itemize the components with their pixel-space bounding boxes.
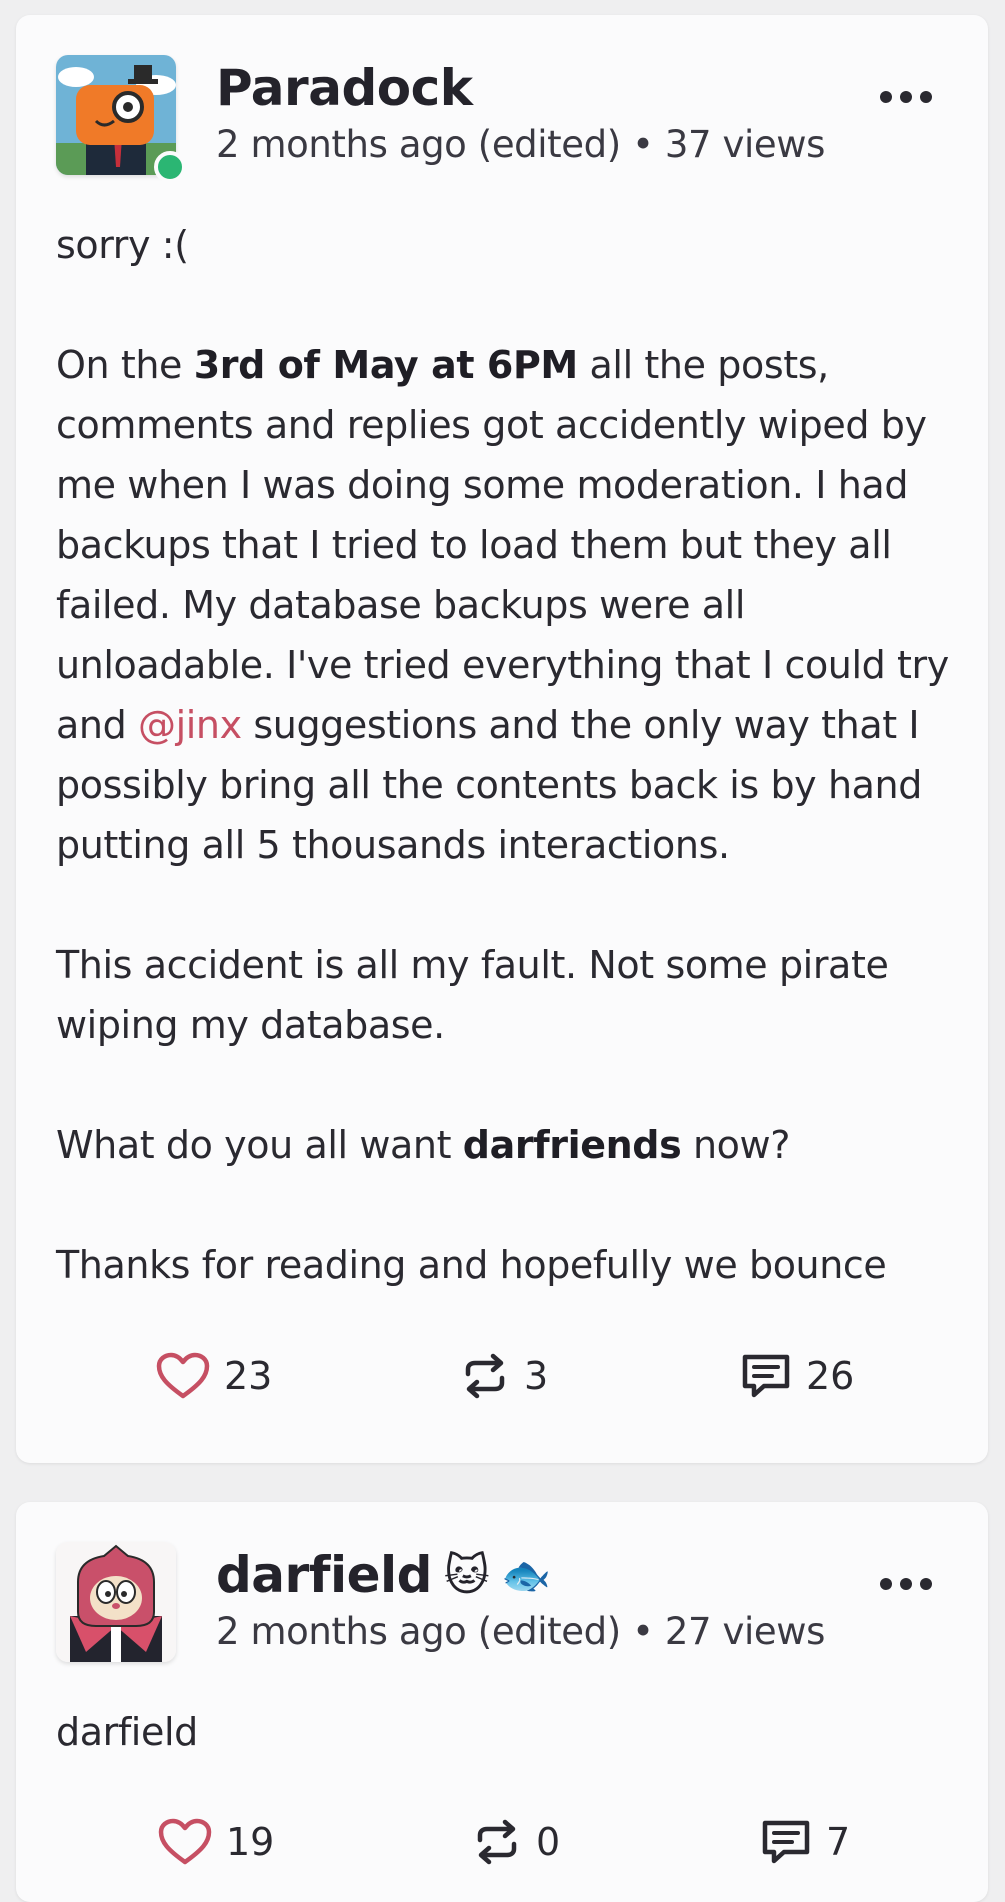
- comment-count: 7: [826, 1820, 851, 1864]
- repost-count: 0: [536, 1820, 561, 1864]
- post-body: darfield: [56, 1702, 956, 1762]
- post-actions: 19 0 7: [16, 1818, 988, 1882]
- like-button[interactable]: 19: [158, 1818, 274, 1866]
- user-mention-link[interactable]: @jinx: [138, 703, 242, 747]
- more-horizontal-icon: [880, 91, 892, 103]
- post-meta: 2 months ago (edited) • 37 views: [216, 123, 826, 166]
- post-meta: 2 months ago (edited) • 27 views: [216, 1610, 826, 1653]
- post-paragraph: This accident is all my fault. Not some …: [56, 943, 889, 1047]
- more-horizontal-icon: [880, 1578, 892, 1590]
- comment-icon: [762, 1820, 810, 1864]
- post-paragraph: darfield: [56, 1710, 198, 1754]
- online-status-indicator: [154, 151, 186, 183]
- repost-icon: [477, 1819, 517, 1865]
- post-paragraph: Thanks for reading and hopefully we boun…: [56, 1243, 887, 1287]
- heart-icon: [156, 1352, 210, 1399]
- post-author[interactable]: Paradock: [216, 59, 473, 117]
- post-actions: 23 3 26: [16, 1352, 988, 1416]
- like-button[interactable]: 23: [156, 1352, 272, 1400]
- post-author[interactable]: darfield 🐱 🐟: [216, 1546, 551, 1604]
- post-card: darfield 🐱 🐟 2 months ago (edited) • 27 …: [16, 1502, 988, 1902]
- repost-count: 3: [524, 1354, 549, 1398]
- post-body: sorry :( On the 3rd of May at 6PM all th…: [56, 215, 956, 1295]
- like-count: 23: [224, 1354, 273, 1398]
- heart-icon: [158, 1818, 212, 1865]
- more-options-button[interactable]: [880, 91, 932, 103]
- post-paragraph: sorry :(: [56, 223, 189, 267]
- post-paragraph: What do you all want darfriends now?: [56, 1123, 790, 1167]
- repost-button[interactable]: 0: [472, 1818, 560, 1866]
- like-count: 19: [226, 1820, 275, 1864]
- repost-icon: [465, 1353, 505, 1399]
- more-options-button[interactable]: [880, 1578, 932, 1590]
- author-name[interactable]: darfield: [216, 1546, 432, 1604]
- comment-button[interactable]: 7: [760, 1818, 850, 1866]
- comment-count: 26: [806, 1354, 855, 1398]
- comment-button[interactable]: 26: [740, 1352, 854, 1400]
- post-paragraph: On the 3rd of May at 6PM all the posts, …: [56, 343, 949, 867]
- comment-icon: [742, 1354, 790, 1398]
- cat-emoji-badge: 🐱: [443, 1549, 490, 1601]
- repost-button[interactable]: 3: [460, 1352, 548, 1400]
- fish-emoji-badge: 🐟: [501, 1552, 551, 1599]
- avatar[interactable]: [56, 1542, 176, 1662]
- author-name[interactable]: Paradock: [216, 59, 473, 117]
- post-card: Paradock 2 months ago (edited) • 37 view…: [16, 15, 988, 1463]
